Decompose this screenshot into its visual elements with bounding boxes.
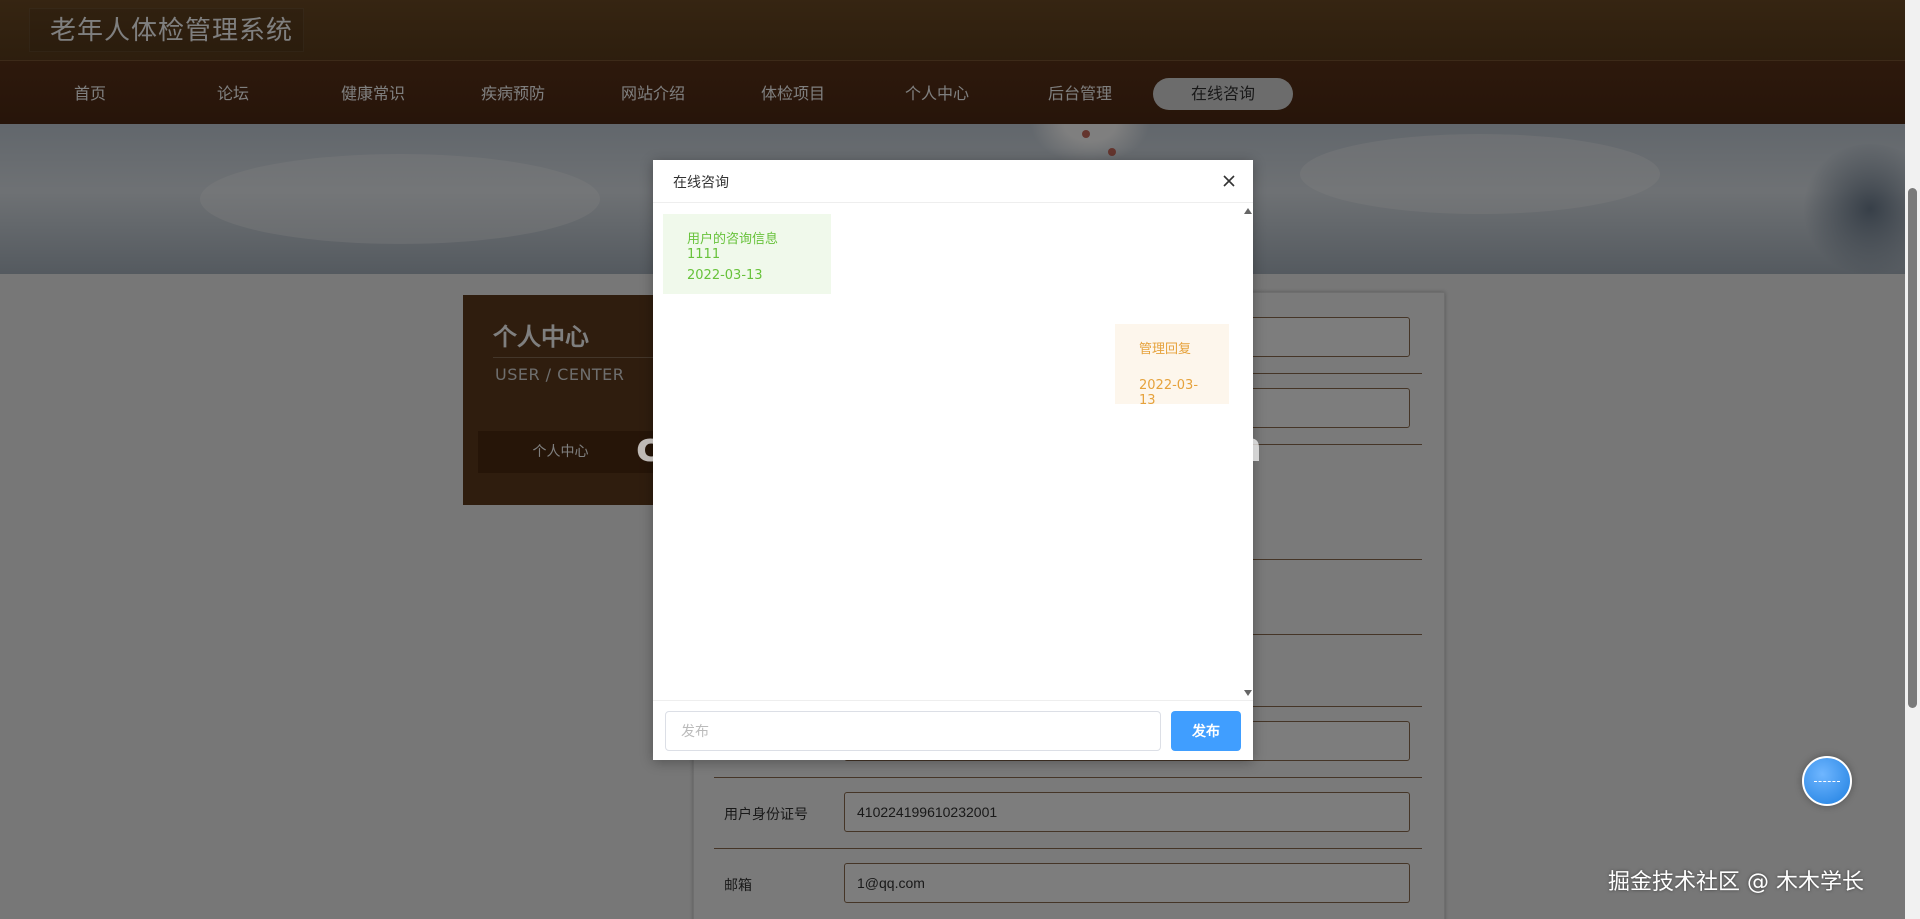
corner-watermark: 掘金技术社区 @ 木木学长 <box>1608 870 1864 895</box>
admin-reply-bubble: 管理回复 2022-03-13 <box>1115 324 1229 408</box>
admin-reply-text: 管理回复 <box>1139 342 1192 357</box>
publish-button[interactable]: 发布 <box>1171 711 1241 751</box>
user-message-text: 用户的咨询信息1111 <box>687 232 779 262</box>
scroll-up-arrow-icon[interactable] <box>1244 208 1252 214</box>
chat-message-input[interactable] <box>665 711 1161 751</box>
site-watermark: cn围观客www.weiguanke.cn <box>636 425 1264 471</box>
scroll-down-arrow-icon[interactable] <box>1244 690 1252 696</box>
dialog-title: 在线咨询 <box>673 175 729 191</box>
user-message-date: 2022-03-13 <box>687 268 763 283</box>
dialog-header: 在线咨询 <box>653 160 1253 203</box>
dialog-footer: 发布 <box>653 700 1253 760</box>
admin-reply-date: 2022-03-13 <box>1139 378 1199 408</box>
page-scrollbar-thumb[interactable] <box>1908 188 1917 708</box>
dash-line-icon <box>1814 781 1840 783</box>
close-icon[interactable] <box>1219 171 1239 191</box>
user-message-bubble: 用户的咨询信息1111 2022-03-13 <box>663 214 831 294</box>
floating-assistant-button[interactable] <box>1802 756 1852 806</box>
